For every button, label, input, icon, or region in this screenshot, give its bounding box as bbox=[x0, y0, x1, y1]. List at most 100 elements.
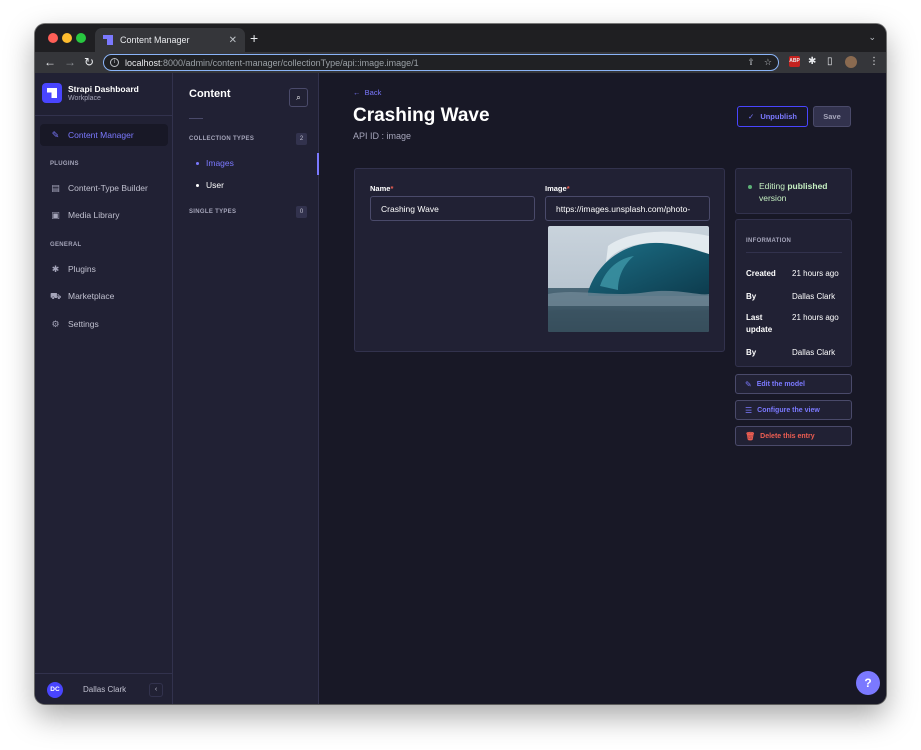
pencil-icon: ✎ bbox=[51, 129, 60, 140]
subnav-item-user[interactable]: User bbox=[196, 180, 224, 190]
list-settings-icon: ☰ bbox=[745, 405, 753, 415]
new-tab-button[interactable]: + bbox=[250, 30, 258, 46]
save-button[interactable]: Save bbox=[813, 106, 851, 127]
divider bbox=[746, 252, 842, 253]
image-preview bbox=[548, 226, 709, 332]
plugins-heading: PLUGINS bbox=[50, 161, 79, 167]
browser-window: Content Manager ✕ + ⌄ ← → ↻ i localhost:… bbox=[35, 24, 886, 704]
adblock-extension-icon[interactable]: ABP bbox=[789, 56, 800, 67]
back-arrow-icon[interactable]: ← bbox=[44, 54, 56, 70]
updated-by-label: By bbox=[746, 348, 757, 357]
updated-by-value: Dallas Clark bbox=[792, 348, 836, 357]
sidebar-item-marketplace[interactable]: ⛟ Marketplace bbox=[40, 285, 168, 307]
avatar[interactable]: DC bbox=[47, 682, 63, 698]
sidebar-footer: DC Dallas Clark ‹ bbox=[35, 673, 173, 704]
maximize-window-button[interactable] bbox=[76, 33, 86, 43]
trash-icon: 🗑 bbox=[745, 431, 756, 441]
single-types-heading: SINGLE TYPES bbox=[189, 209, 237, 215]
sidebar-item-content-manager[interactable]: ✎ Content Manager bbox=[40, 124, 168, 146]
bullet-icon bbox=[196, 161, 199, 165]
sidebar-item-plugins[interactable]: ✱ Plugins bbox=[40, 258, 168, 280]
reload-icon[interactable]: ↻ bbox=[84, 54, 94, 70]
sidebar-item-label: Settings bbox=[68, 319, 99, 329]
configure-view-button[interactable]: ☰ Configure the view bbox=[735, 400, 852, 420]
subnav-title: Content bbox=[189, 88, 231, 100]
bullet-icon bbox=[196, 183, 199, 187]
sidebar-item-label: Media Library bbox=[68, 210, 120, 220]
information-heading: INFORMATION bbox=[746, 238, 792, 244]
minimize-window-button[interactable] bbox=[62, 33, 72, 43]
forward-arrow-icon[interactable]: → bbox=[64, 54, 76, 70]
user-name[interactable]: Dallas Clark bbox=[83, 685, 126, 694]
single-count-badge: 0 bbox=[296, 206, 307, 218]
created-by-label: By bbox=[746, 292, 757, 301]
sidebar-item-label: Plugins bbox=[68, 264, 96, 274]
back-link[interactable]: ← Back bbox=[353, 88, 381, 97]
status-dot-icon bbox=[748, 185, 752, 189]
tab-title: Content Manager bbox=[120, 35, 190, 45]
api-id: API ID : image bbox=[353, 131, 412, 141]
image-field-label: Image* bbox=[545, 184, 570, 193]
extensions-puzzle-icon[interactable]: ✱ bbox=[808, 56, 816, 67]
collection-count-badge: 2 bbox=[296, 133, 307, 145]
profile-avatar-icon[interactable] bbox=[845, 56, 857, 68]
help-button[interactable]: ? bbox=[856, 671, 880, 695]
subnav-item-images[interactable]: Images bbox=[196, 158, 234, 168]
main-content: ← Back Crashing Wave API ID : image ✓ Un… bbox=[319, 73, 886, 704]
image-url-field[interactable]: https://images.unsplash.com/photo- bbox=[545, 196, 710, 221]
share-icon[interactable]: ⇪ bbox=[747, 57, 755, 68]
sidebar-item-label: Content Manager bbox=[68, 130, 134, 140]
puzzle-icon: ✱ bbox=[51, 263, 60, 274]
content-subnav: Content ⌕ COLLECTION TYPES 2 Images User… bbox=[173, 73, 319, 704]
created-label: Created bbox=[746, 269, 776, 278]
strapi-logo-icon bbox=[42, 83, 62, 103]
unpublish-button[interactable]: ✓ Unpublish bbox=[737, 106, 808, 127]
delete-entry-button[interactable]: 🗑 Delete this entry bbox=[735, 426, 852, 446]
page-title: Crashing Wave bbox=[353, 105, 490, 126]
general-heading: GENERAL bbox=[50, 242, 82, 248]
sidebar-item-content-type-builder[interactable]: ▤ Content-Type Builder bbox=[40, 177, 168, 199]
tab-search-icon[interactable]: ⌄ bbox=[868, 32, 876, 43]
created-by-value: Dallas Clark bbox=[792, 292, 836, 301]
browser-tab[interactable]: Content Manager ✕ bbox=[95, 28, 245, 52]
site-info-icon[interactable]: i bbox=[110, 58, 119, 67]
address-bar[interactable]: i localhost:8000/admin/content-manager/c… bbox=[103, 54, 779, 71]
last-update-label: Last update bbox=[746, 313, 773, 334]
gear-icon: ⚙ bbox=[51, 318, 60, 329]
brand-subtitle: Workplace bbox=[68, 95, 101, 102]
last-update-value: 21 hours ago bbox=[792, 313, 839, 322]
cart-icon: ⛟ bbox=[50, 290, 62, 301]
sidebar-item-settings[interactable]: ⚙ Settings bbox=[40, 313, 168, 335]
sidebar-item-label: Content-Type Builder bbox=[68, 183, 148, 193]
sidebar-item-media-library[interactable]: ▣ Media Library bbox=[40, 204, 168, 226]
information-panel: INFORMATION Created 21 hours ago By Dall… bbox=[735, 219, 852, 367]
sidebar-item-label: Marketplace bbox=[68, 291, 115, 301]
brand-title: Strapi Dashboard bbox=[68, 84, 139, 94]
layout-icon: ▤ bbox=[51, 182, 60, 193]
strapi-app: Strapi Dashboard Workplace ✎ Content Man… bbox=[35, 73, 886, 704]
more-menu-icon[interactable]: ⋮ bbox=[869, 56, 879, 67]
collapse-sidebar-button[interactable]: ‹ bbox=[149, 683, 163, 697]
bookmark-star-icon[interactable]: ☆ bbox=[764, 57, 772, 68]
subnav-item-label: User bbox=[206, 180, 224, 190]
edit-form-card: Name* Crashing Wave Image* https://image… bbox=[354, 168, 725, 352]
brand: Strapi Dashboard Workplace bbox=[42, 83, 139, 103]
close-window-button[interactable] bbox=[48, 33, 58, 43]
pencil-icon: ✎ bbox=[745, 379, 752, 389]
image-icon: ▣ bbox=[51, 209, 60, 220]
divider bbox=[35, 115, 173, 116]
name-field-label: Name* bbox=[370, 184, 394, 193]
collection-types-heading: COLLECTION TYPES bbox=[189, 136, 255, 142]
arrow-left-icon: ← bbox=[353, 88, 361, 97]
side-panel-icon[interactable]: ▯ bbox=[827, 56, 833, 67]
divider bbox=[189, 118, 203, 119]
tab-bar: Content Manager ✕ + ⌄ bbox=[35, 24, 886, 52]
name-field[interactable]: Crashing Wave bbox=[370, 196, 535, 221]
subnav-item-label: Images bbox=[206, 158, 234, 168]
main-sidebar: Strapi Dashboard Workplace ✎ Content Man… bbox=[35, 73, 173, 704]
url-text: localhost:8000/admin/content-manager/col… bbox=[125, 57, 419, 68]
tab-close-icon[interactable]: ✕ bbox=[229, 35, 237, 46]
status-text: Editing published version bbox=[759, 181, 828, 203]
edit-model-button[interactable]: ✎ Edit the model bbox=[735, 374, 852, 394]
search-button[interactable]: ⌕ bbox=[289, 88, 308, 107]
